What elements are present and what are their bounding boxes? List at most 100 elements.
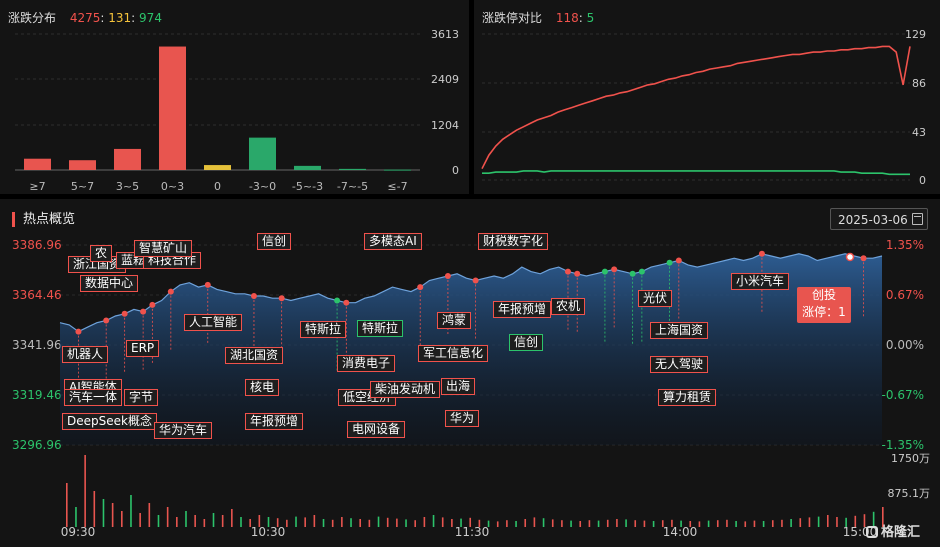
hot-topic-tag[interactable]: 信创 <box>257 233 292 250</box>
volume-bar <box>515 521 517 527</box>
hot-topic-tag[interactable]: 智慧矿山 <box>134 240 193 257</box>
volume-bar <box>148 503 151 527</box>
hot-topic-tag[interactable]: 出海 <box>441 378 476 395</box>
hot-topic-tag[interactable]: 柴油发动机 <box>370 381 441 398</box>
volume-bar <box>496 521 499 527</box>
volume-bar <box>817 516 820 527</box>
y-tick-right: -1.35% <box>882 438 924 452</box>
volume-bar <box>322 519 325 527</box>
hot-topic-tag[interactable]: 农机 <box>551 298 586 315</box>
x-tick-label: 5~7 <box>71 180 94 193</box>
hot-topic-tag[interactable]: 多模态AI <box>364 233 422 250</box>
bar <box>159 46 186 170</box>
x-tick-label: 0~3 <box>161 180 184 193</box>
limit-info-count: 涨停：1 <box>802 305 846 319</box>
x-tick-label: 10:30 <box>251 525 286 539</box>
volume-bar <box>313 515 316 527</box>
hot-topic-tag[interactable]: 特斯拉 <box>357 320 404 337</box>
volume-bar <box>166 507 169 527</box>
hot-topic-tag[interactable]: 湖北国资 <box>225 347 284 364</box>
limit-chart: 129 86 43 0 <box>481 28 926 187</box>
hot-topic-tag[interactable]: 机器人 <box>62 346 109 363</box>
volume-bar <box>194 515 196 527</box>
bar <box>249 137 276 170</box>
date-picker[interactable]: 2025-03-06 <box>830 208 928 230</box>
volume-bar <box>808 517 811 527</box>
hot-topic-tag[interactable]: 特斯拉 <box>300 321 347 338</box>
volume-bar <box>102 499 105 527</box>
volume-bar <box>121 511 123 527</box>
x-tick-label: ≤-7 <box>387 180 407 193</box>
limit-info-box: 创投 涨停：1 <box>797 287 851 323</box>
event-dot-up <box>140 308 147 315</box>
hot-topic-tag[interactable]: 人工智能 <box>184 314 243 331</box>
hot-topic-tag[interactable]: 军工信息化 <box>418 345 489 362</box>
hot-topic-tag[interactable]: 华为 <box>445 410 480 427</box>
event-dot-down <box>638 268 645 275</box>
event-dot-down <box>601 268 608 275</box>
volume-bar <box>771 520 774 527</box>
volume-bar <box>726 519 728 527</box>
distribution-panel: 涨跌分布 4275: 131: 974 3613 2409 1204 0 ≥7 5~7 3~… <box>0 0 469 194</box>
limit-info-name: 创投 <box>811 288 836 302</box>
event-dot-down <box>334 297 341 304</box>
y-tick-right: 0.67% <box>886 288 924 302</box>
volume-bar <box>643 520 646 527</box>
volume-bar <box>441 517 444 527</box>
calendar-icon[interactable] <box>912 213 923 225</box>
hot-topic-tag[interactable]: 算力租赁 <box>658 389 717 406</box>
hot-topic-tag[interactable]: 消费电子 <box>337 355 396 372</box>
volume-bar <box>341 517 343 527</box>
x-tick-label: -3~0 <box>249 180 276 193</box>
hot-topic-tag[interactable]: DeepSeek概念 <box>62 413 157 430</box>
hot-topic-tag[interactable]: 电网设备 <box>347 421 406 438</box>
volume-bar <box>176 517 178 527</box>
volume-bar <box>579 521 582 527</box>
volume-bar <box>75 507 77 527</box>
hot-topic-tag[interactable]: 信创 <box>509 334 544 351</box>
date-value: 2025-03-06 <box>838 213 908 227</box>
volume-bar <box>139 513 141 527</box>
bar <box>114 148 141 170</box>
event-dot-down <box>629 270 636 277</box>
volume-bar <box>735 521 737 527</box>
event-dot-up <box>75 328 82 335</box>
volume-bar <box>130 495 132 527</box>
hot-topic-tag[interactable]: 农 <box>90 245 113 262</box>
hot-topic-tag[interactable]: 光伏 <box>638 290 673 307</box>
hot-topic-tag[interactable]: 汽车一体 <box>64 389 123 406</box>
hot-topic-tag[interactable]: 年报预增 <box>245 413 304 430</box>
hot-topic-tag[interactable]: ERP <box>126 340 160 357</box>
event-dot-up <box>860 255 867 262</box>
hot-topic-tag[interactable]: 鸿蒙 <box>437 312 472 329</box>
event-dot-up <box>278 295 285 302</box>
x-tick-label: 0 <box>214 180 221 193</box>
hot-topic-tag[interactable]: 核电 <box>245 379 280 396</box>
volume-bar <box>212 513 215 527</box>
bar <box>204 165 231 170</box>
hot-topic-tag[interactable]: 财税数字化 <box>478 233 549 250</box>
logo: 格隆汇 <box>866 521 920 540</box>
event-dot-up <box>611 266 618 273</box>
volume-bar <box>405 519 407 527</box>
volume-bar <box>616 519 618 527</box>
volume-bar <box>185 511 187 527</box>
volume-bar <box>597 520 600 527</box>
hot-topic-tag[interactable]: 华为汽车 <box>154 422 213 439</box>
hot-topic-tag[interactable]: 小米汽车 <box>731 273 790 290</box>
series-line-0 <box>481 45 911 170</box>
volume-bar <box>66 483 68 527</box>
y-tick-left: 3319.46 <box>12 388 62 402</box>
event-dot-up <box>564 268 571 275</box>
hot-topic-tag[interactable]: 字节 <box>124 389 159 406</box>
volume-bar <box>634 520 637 527</box>
hot-topic-tag[interactable]: 年报预增 <box>493 301 552 318</box>
volume-bar <box>396 518 398 527</box>
hot-topic-tag[interactable]: 上海国资 <box>650 322 709 339</box>
event-dot-up <box>472 277 479 284</box>
limit-panel: 涨跌停对比 118: 5 129 86 43 0 <box>474 0 940 194</box>
volume-bar <box>753 520 756 527</box>
hot-topic-tag[interactable]: 数据中心 <box>80 275 139 292</box>
volume-bar <box>386 517 389 527</box>
hot-topic-tag[interactable]: 无人驾驶 <box>650 356 709 373</box>
